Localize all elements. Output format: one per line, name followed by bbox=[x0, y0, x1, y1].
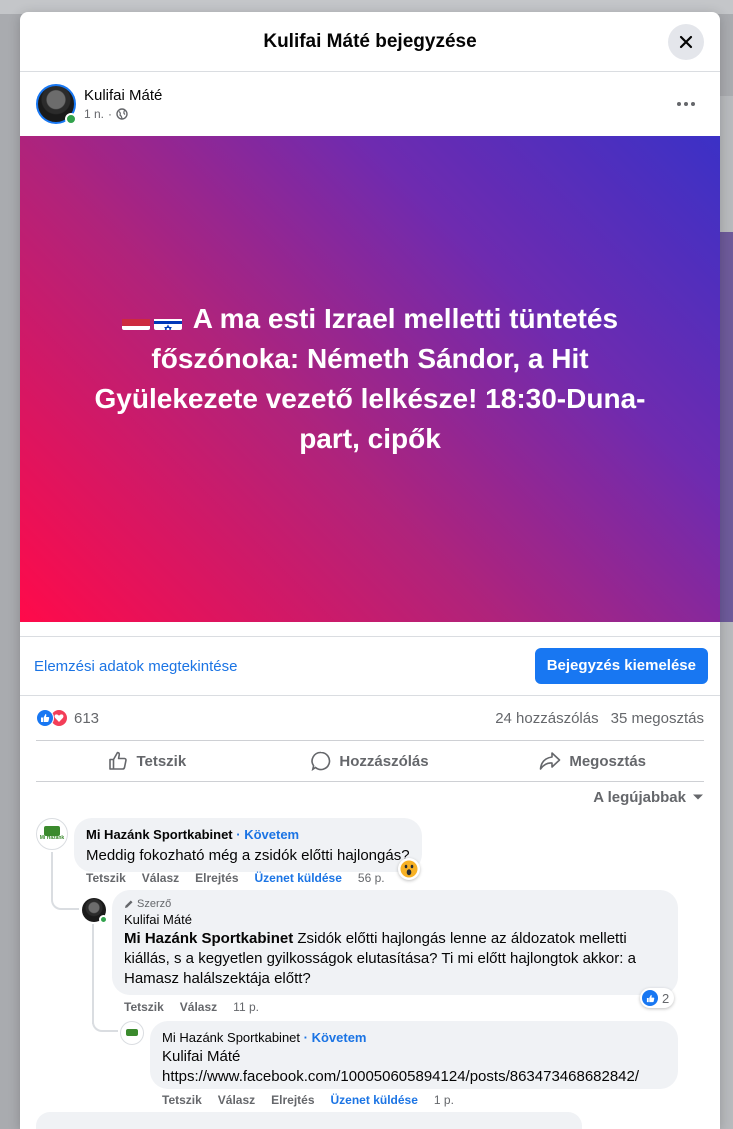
share-button[interactable]: Megosztás bbox=[481, 741, 704, 781]
wow-emoji-icon bbox=[400, 860, 418, 878]
post-time[interactable]: 1 n. bbox=[84, 107, 104, 121]
comment-time[interactable]: 11 p. bbox=[233, 1000, 259, 1014]
party-logo-icon bbox=[126, 1028, 138, 1036]
thread-line bbox=[51, 852, 53, 896]
thread-line bbox=[92, 924, 94, 1024]
share-label: Megosztás bbox=[569, 752, 647, 770]
post-modal: Kulifai Máté bejegyzése Kulifai Máté 1 n… bbox=[20, 12, 720, 1129]
comment-like-link[interactable]: Tetszik bbox=[162, 1093, 202, 1107]
next-comment-bubble bbox=[36, 1112, 582, 1129]
israeli-flag-icon bbox=[153, 310, 182, 330]
more-dots-icon bbox=[677, 102, 695, 106]
sort-label: A legújabbak bbox=[593, 788, 686, 806]
post-text-background[interactable]: A ma esti Izrael melletti tüntetés főszó… bbox=[20, 136, 720, 622]
commenter-avatar[interactable] bbox=[120, 1021, 144, 1045]
like-reaction-icon bbox=[36, 709, 54, 727]
close-button[interactable] bbox=[668, 24, 704, 60]
comment-bubble: Mi Hazánk Sportkabinet · Követem Meddig … bbox=[74, 818, 422, 872]
author-tag-label: Szerző bbox=[137, 898, 172, 910]
follow-link[interactable]: Követem bbox=[244, 827, 299, 842]
comment-hide-link[interactable]: Elrejtés bbox=[271, 1093, 314, 1107]
avatar-logo-text: Mi Hazánk bbox=[39, 834, 65, 841]
send-message-link[interactable]: Üzenet küldése bbox=[331, 1093, 418, 1107]
party-logo-icon bbox=[44, 825, 60, 836]
reaction-count: 613 bbox=[74, 709, 100, 727]
comment-reply-link[interactable]: Válasz bbox=[142, 871, 179, 885]
commenter-avatar[interactable]: Mi Hazánk bbox=[36, 818, 68, 850]
share-arrow-icon bbox=[540, 752, 561, 770]
comment-text: Meddig fokozható még a zsidók előtti haj… bbox=[86, 847, 410, 864]
reactions-summary[interactable]: 613 bbox=[36, 709, 99, 727]
view-insights-link[interactable]: Elemzési adatok megtekintése bbox=[34, 658, 237, 675]
post-author-name[interactable]: Kulifai Máté bbox=[84, 87, 162, 104]
send-message-link[interactable]: Üzenet küldése bbox=[255, 871, 342, 885]
thread-connector bbox=[92, 1014, 118, 1032]
comment-label: Hozzászólás bbox=[339, 752, 429, 770]
mention-link[interactable]: Mi Hazánk Sportkabinet bbox=[124, 930, 293, 947]
online-status-dot bbox=[99, 915, 108, 924]
comment-like-link[interactable]: Tetszik bbox=[86, 871, 126, 885]
comment-count[interactable]: 24 hozzászólás bbox=[495, 710, 598, 727]
comment-actions: Tetszik Válasz 11 p. bbox=[124, 1000, 259, 1014]
mention-link[interactable]: Kulifai Máté bbox=[162, 1047, 666, 1067]
comment-author[interactable]: Kulifai Máté bbox=[124, 912, 666, 927]
thumbs-up-icon bbox=[109, 751, 128, 770]
follow-link[interactable]: Követem bbox=[312, 1030, 367, 1045]
wow-reaction-badge[interactable] bbox=[398, 858, 420, 880]
promo-bar: Elemzési adatok megtekintése Bejegyzés k… bbox=[20, 636, 720, 696]
comment-bubble-icon bbox=[311, 751, 331, 771]
like-count: 2 bbox=[662, 990, 670, 1006]
comment-actions: Tetszik Válasz Elrejtés Üzenet küldése 1… bbox=[162, 1093, 454, 1107]
comment-author[interactable]: Mi Hazánk Sportkabinet bbox=[86, 827, 233, 842]
author-avatar[interactable] bbox=[36, 84, 77, 125]
reply-bubble: Szerző Kulifai Máté Mi Hazánk Sportkabin… bbox=[112, 890, 678, 995]
comment-hide-link[interactable]: Elrejtés bbox=[195, 871, 238, 885]
comment-link[interactable]: https://www.facebook.com/100050605894124… bbox=[162, 1067, 666, 1087]
pen-icon bbox=[125, 900, 133, 908]
like-reaction-icon bbox=[642, 990, 658, 1006]
comment-time[interactable]: 56 p. bbox=[358, 871, 385, 885]
caret-down-icon bbox=[693, 794, 703, 800]
reply-bubble: Mi Hazánk Sportkabinet · Követem Kulifai… bbox=[150, 1021, 678, 1089]
like-label: Tetszik bbox=[136, 752, 187, 770]
modal-header: Kulifai Máté bejegyzése bbox=[20, 12, 720, 72]
globe-icon bbox=[116, 108, 128, 120]
comment-like-link[interactable]: Tetszik bbox=[124, 1000, 164, 1014]
comment-author[interactable]: Mi Hazánk Sportkabinet bbox=[162, 1030, 300, 1045]
like-button[interactable]: Tetszik bbox=[36, 741, 259, 781]
online-status-dot bbox=[65, 113, 77, 125]
close-icon bbox=[679, 35, 693, 49]
comment-button[interactable]: Hozzászólás bbox=[259, 741, 482, 781]
like-count-badge[interactable]: 2 bbox=[640, 988, 675, 1008]
meta-separator: · bbox=[108, 107, 113, 121]
comment-reply-link[interactable]: Válasz bbox=[180, 1000, 217, 1014]
post-header: Kulifai Máté 1 n. · bbox=[20, 72, 720, 136]
hungarian-flag-icon bbox=[121, 310, 150, 330]
comment-sort-dropdown[interactable]: A legújabbak bbox=[20, 782, 720, 812]
share-count[interactable]: 35 megosztás bbox=[611, 710, 704, 727]
background-photo-edge bbox=[719, 232, 733, 622]
thread-connector bbox=[51, 896, 79, 910]
comment-reply-link[interactable]: Válasz bbox=[218, 1093, 255, 1107]
comment-time[interactable]: 1 p. bbox=[434, 1093, 454, 1107]
comment-actions: Tetszik Válasz Elrejtés Üzenet küldése 5… bbox=[86, 871, 385, 885]
stats-bar: 613 24 hozzászólás 35 megosztás bbox=[20, 696, 720, 740]
modal-title: Kulifai Máté bejegyzése bbox=[263, 30, 477, 52]
post-action-bar: Tetszik Hozzászólás Megosztás bbox=[36, 740, 704, 782]
more-options-button[interactable] bbox=[674, 96, 698, 112]
boost-post-button[interactable]: Bejegyzés kiemelése bbox=[534, 648, 708, 684]
